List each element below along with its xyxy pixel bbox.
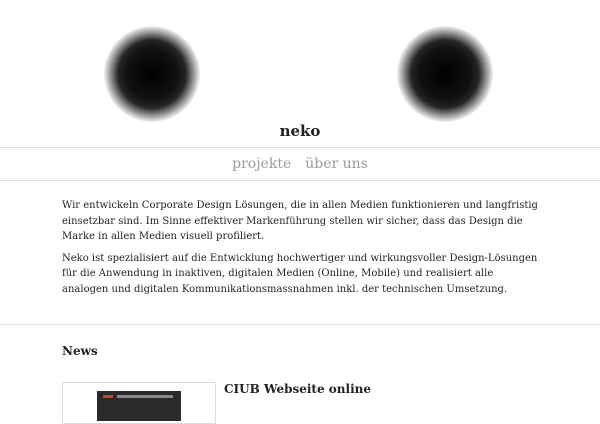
main-nav: projekte über uns: [0, 147, 600, 181]
section-divider: [0, 324, 600, 325]
news-item-title[interactable]: CIUB Webseite online: [224, 382, 371, 396]
logo-blob-right: [397, 26, 493, 122]
nav-item-ueber-uns[interactable]: über uns: [305, 156, 368, 172]
intro-text: Wir entwickeln Corporate Design Lösungen…: [62, 198, 542, 303]
news-thumbnail[interactable]: [62, 382, 216, 424]
nav-item-projekte[interactable]: projekte: [232, 156, 291, 172]
intro-paragraph-1: Wir entwickeln Corporate Design Lösungen…: [62, 200, 538, 242]
logo-blob-left: [104, 26, 200, 122]
news-thumbnail-image: [97, 391, 181, 421]
news-heading: News: [62, 344, 98, 358]
intro-paragraph-2: Neko ist spezialisiert auf die Entwicklu…: [62, 252, 538, 295]
brand-title[interactable]: neko: [0, 122, 600, 140]
